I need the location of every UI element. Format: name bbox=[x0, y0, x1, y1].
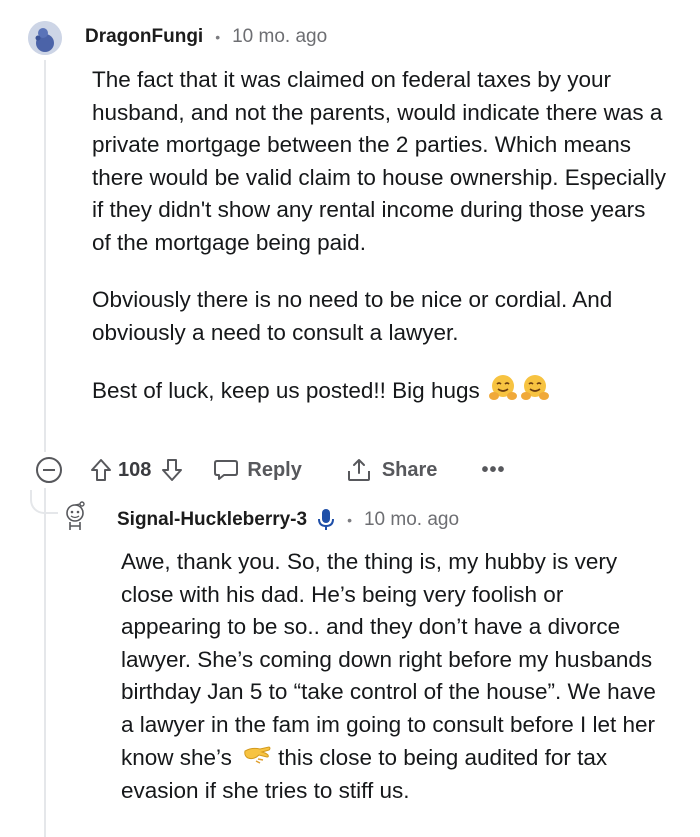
upvote-arrow-icon bbox=[91, 459, 111, 481]
reply-text-part-1: Awe, thank you. So, the thing is, my hub… bbox=[121, 549, 656, 770]
share-icon bbox=[347, 459, 370, 481]
more-options-button[interactable]: ••• bbox=[481, 459, 505, 482]
reply-comment-body: Awe, thank you. So, the thing is, my hub… bbox=[121, 546, 661, 807]
upvote-button[interactable] bbox=[90, 458, 112, 482]
hugging-face-icon bbox=[489, 375, 517, 400]
ellipsis-icon: ••• bbox=[481, 458, 506, 481]
speech-bubble-icon bbox=[214, 460, 239, 480]
share-button[interactable]: Share bbox=[346, 458, 438, 482]
comment-timestamp[interactable]: 10 mo. ago bbox=[364, 509, 459, 531]
comment-paragraph: Obviously there is no need to be nice or… bbox=[92, 287, 613, 345]
avatar[interactable] bbox=[28, 21, 62, 55]
reply-label: Reply bbox=[247, 458, 302, 481]
comment-author[interactable]: Signal-Huckleberry-3 bbox=[117, 509, 307, 531]
thread-line-main[interactable] bbox=[44, 60, 46, 452]
snoo-outline-avatar-icon bbox=[66, 501, 85, 530]
collapse-thread-button[interactable] bbox=[36, 457, 62, 483]
comment-action-bar: 108 Reply Share ••• bbox=[30, 450, 590, 490]
avatar[interactable] bbox=[60, 500, 90, 534]
closing-text: Best of luck, keep us posted!! Big hugs bbox=[92, 378, 480, 403]
parent-comment-meta: DragonFungi • 10 mo. ago bbox=[85, 26, 327, 48]
share-label: Share bbox=[381, 458, 438, 481]
comment-author[interactable]: DragonFungi bbox=[85, 26, 203, 48]
parent-comment-body: The fact that it was claimed on federal … bbox=[92, 64, 667, 408]
reply-comment-meta: Signal-Huckleberry-3 • 10 mo. ago bbox=[117, 508, 459, 532]
downvote-arrow-icon bbox=[162, 459, 183, 481]
thread-branch-connector bbox=[30, 490, 58, 514]
comment-paragraph: Awe, thank you. So, the thing is, my hub… bbox=[121, 546, 661, 807]
hugging-face-icon bbox=[521, 375, 549, 400]
vote-score: 108 bbox=[118, 458, 152, 481]
comment-timestamp[interactable]: 10 mo. ago bbox=[232, 26, 327, 48]
microphone-icon bbox=[318, 509, 335, 530]
snoo-avatar-icon bbox=[28, 21, 62, 55]
thread-line-lower[interactable] bbox=[44, 488, 46, 837]
meta-separator: • bbox=[215, 29, 221, 45]
comment-paragraph: The fact that it was claimed on federal … bbox=[92, 67, 667, 255]
meta-separator: • bbox=[347, 512, 352, 528]
reply-button[interactable]: Reply bbox=[213, 458, 302, 482]
minus-icon bbox=[43, 469, 55, 471]
downvote-button[interactable] bbox=[161, 458, 183, 482]
pinching-hand-icon bbox=[244, 746, 271, 764]
comment-paragraph: Best of luck, keep us posted!! Big hugs bbox=[92, 374, 667, 408]
